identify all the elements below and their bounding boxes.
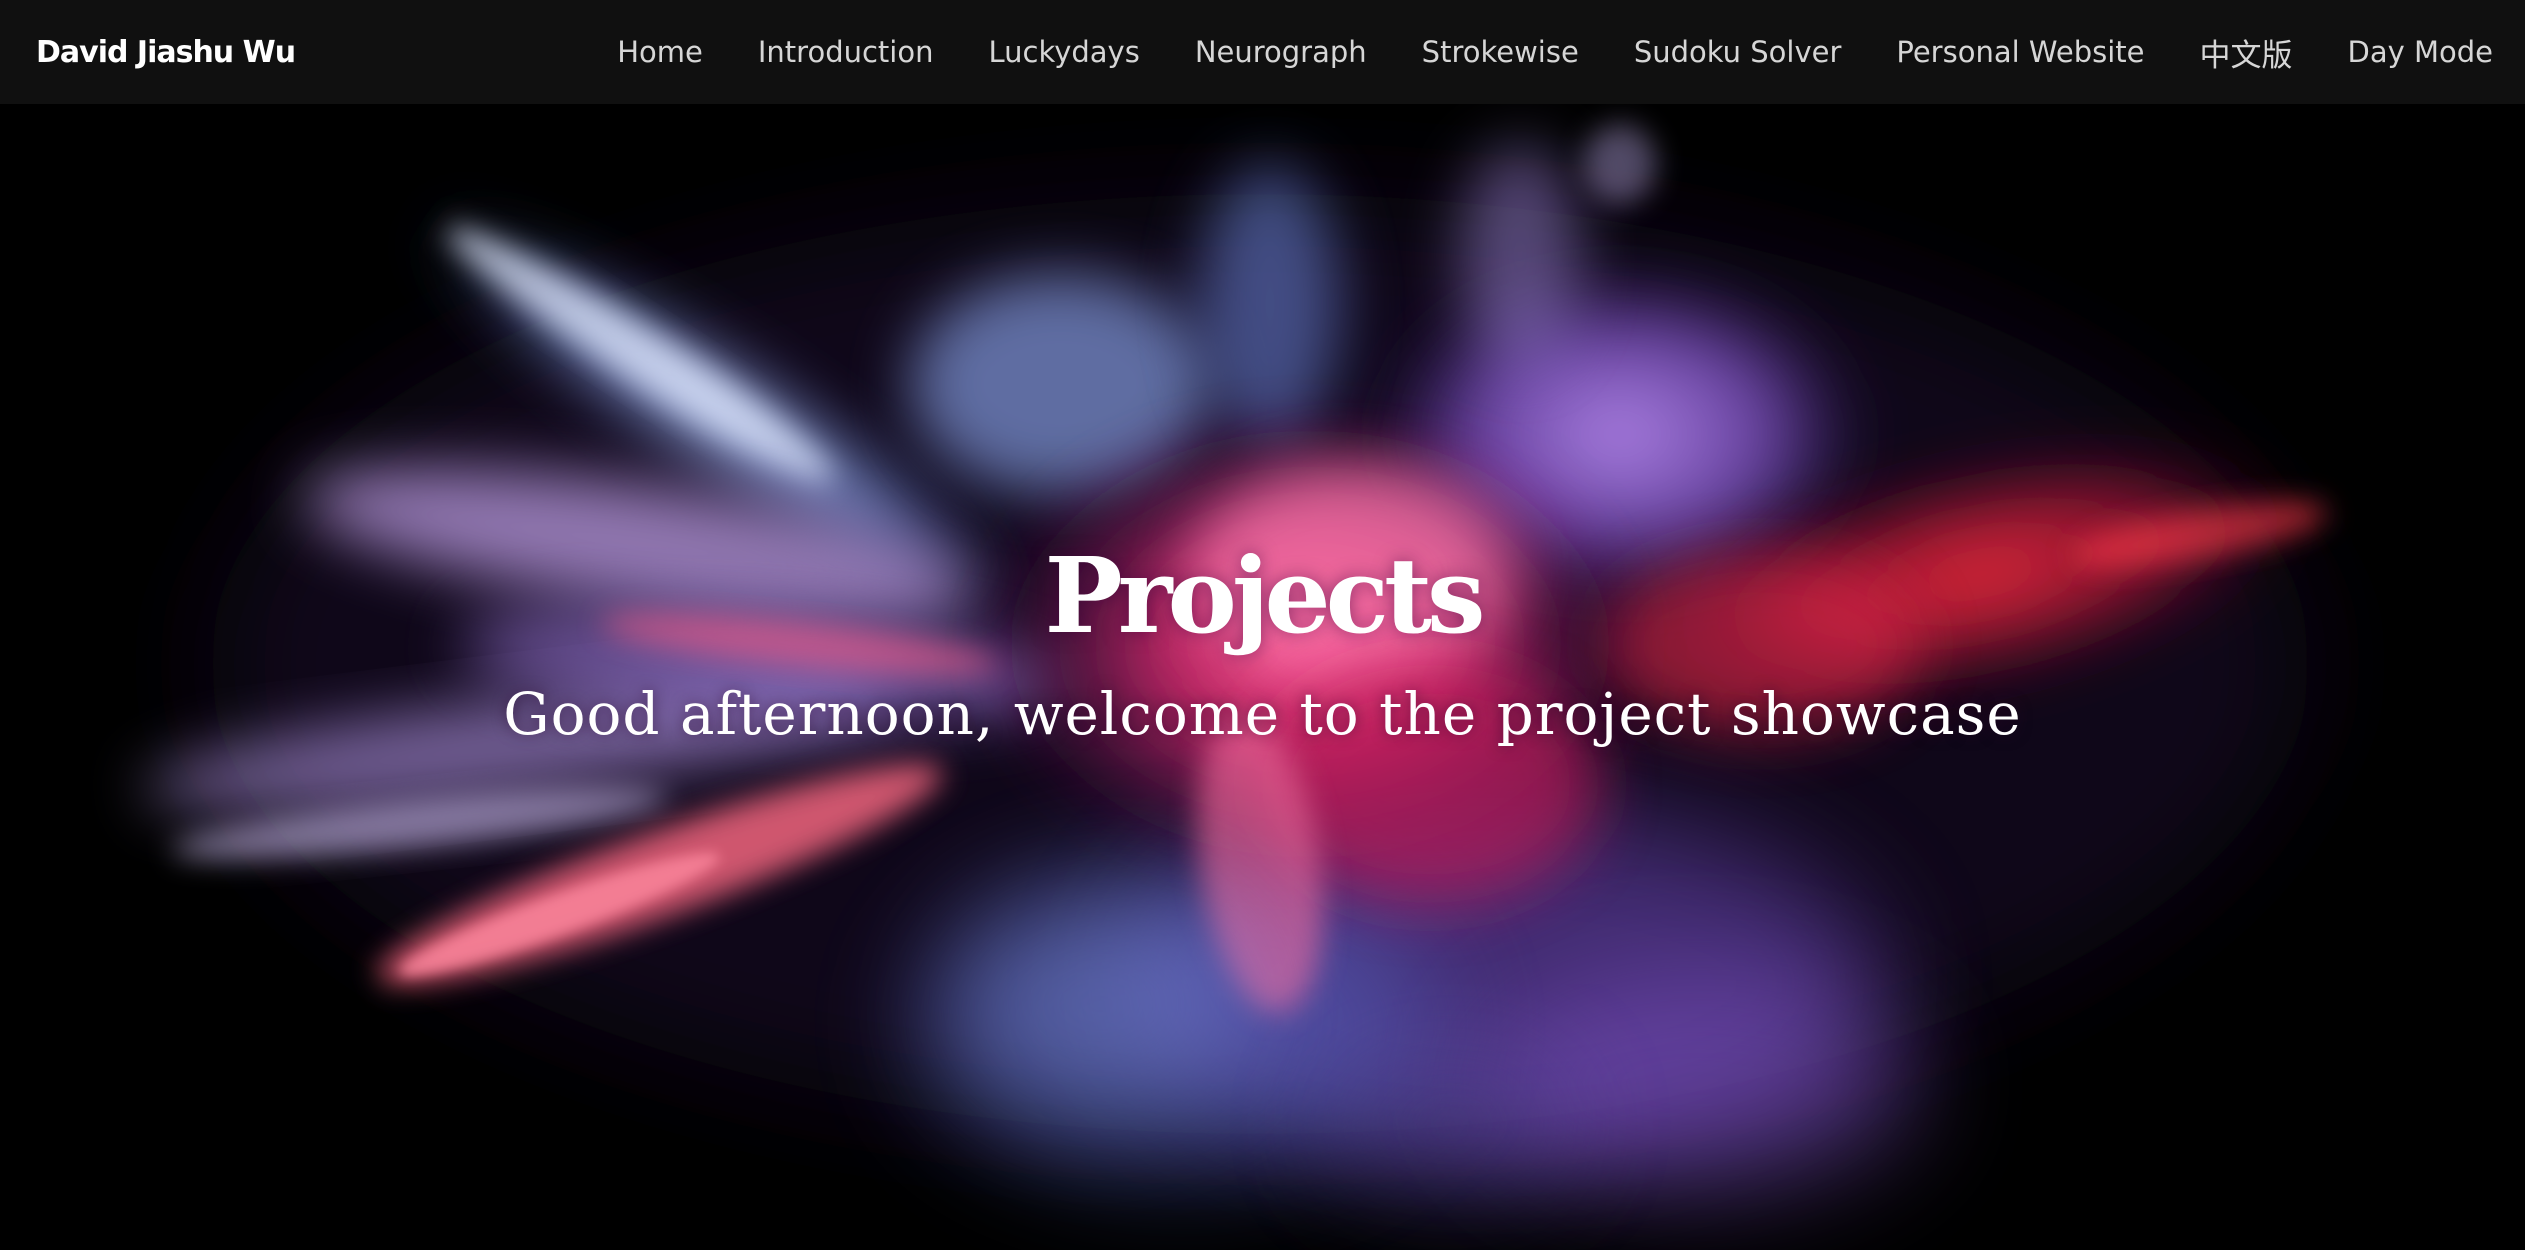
hero-title: Projects <box>1044 534 1485 657</box>
nav-link-chinese-version[interactable]: 中文版 <box>2200 30 2293 75</box>
powder-explosion-background-image <box>142 124 2329 1194</box>
nav-link-home[interactable]: Home <box>617 35 703 69</box>
hero-section: Projects Good afternoon, welcome to the … <box>0 104 2525 1250</box>
top-navbar: David Jiashu Wu Home Introduction Luckyd… <box>0 0 2525 104</box>
nav-link-day-mode-toggle[interactable]: Day Mode <box>2348 35 2494 69</box>
site-brand[interactable]: David Jiashu Wu <box>36 35 296 70</box>
nav-link-neurograph[interactable]: Neurograph <box>1195 35 1367 69</box>
nav-link-personal-website[interactable]: Personal Website <box>1896 35 2144 69</box>
page: David Jiashu Wu Home Introduction Luckyd… <box>0 0 2525 1250</box>
nav-links: Home Introduction Luckydays Neurograph S… <box>562 0 2493 104</box>
hero-greeting-subtitle: Good afternoon, welcome to the project s… <box>503 680 2022 748</box>
nav-link-sudoku-solver[interactable]: Sudoku Solver <box>1634 35 1842 69</box>
nav-link-luckydays[interactable]: Luckydays <box>988 35 1139 69</box>
nav-link-introduction[interactable]: Introduction <box>758 35 934 69</box>
nav-link-strokewise[interactable]: Strokewise <box>1422 35 1579 69</box>
